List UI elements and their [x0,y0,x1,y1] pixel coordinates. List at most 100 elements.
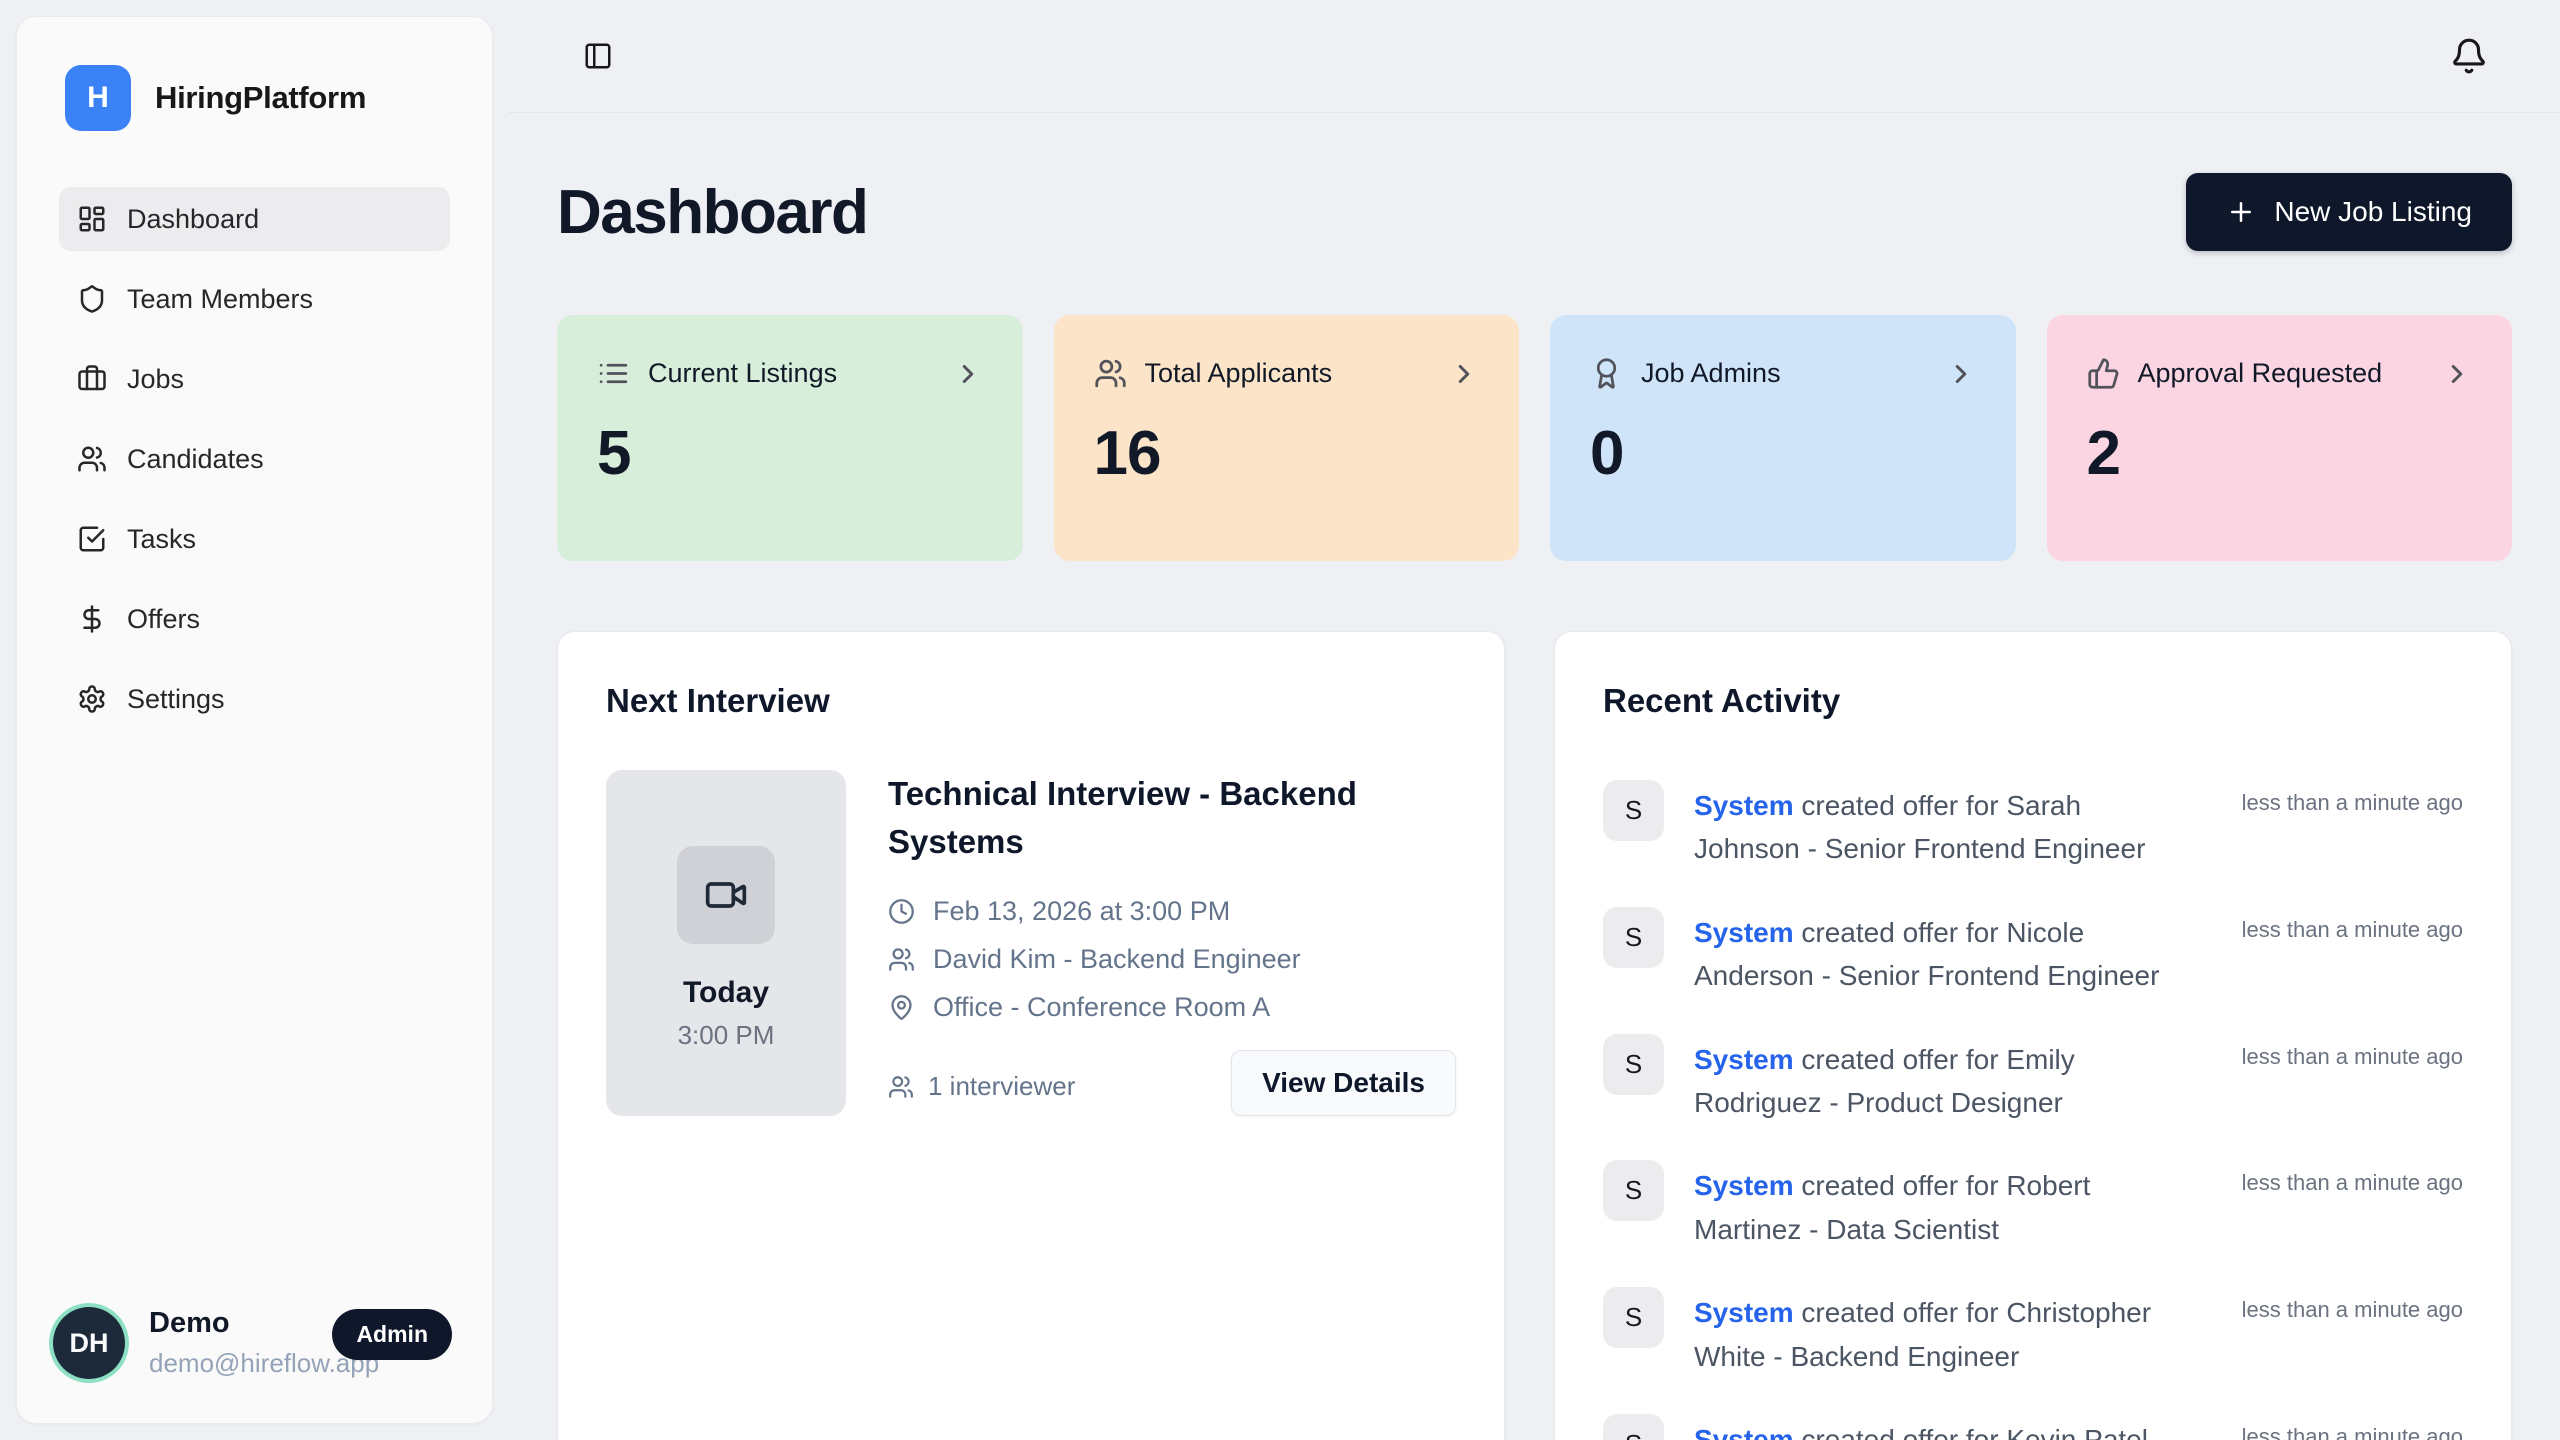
activity-avatar: S [1603,907,1664,968]
users-icon [888,1074,914,1100]
interview-date-tile: Today 3:00 PM [606,770,846,1116]
app-name: HiringPlatform [155,80,366,116]
new-job-listing-label: New Job Listing [2274,196,2472,228]
stat-value: 2 [2087,418,2473,489]
activity-item: S System created offer for Nicole Anders… [1603,907,2463,998]
user-profile[interactable]: DH Demo demo@hireflow.app Admin [17,1271,492,1423]
sidebar-item-label: Candidates [127,444,264,475]
interviewer-count: 1 interviewer [888,1071,1075,1116]
stat-cards: Current Listings 5 Total Applicants 16 J… [557,315,2512,561]
panel-left-icon [583,41,613,71]
layout-dashboard-icon [77,204,107,234]
sidebar-item-dashboard[interactable]: Dashboard [59,187,450,251]
user-avatar: DH [53,1307,125,1379]
activity-actor-link[interactable]: System [1694,790,1794,821]
activity-avatar: S [1603,1414,1664,1440]
stat-card-job-admins[interactable]: Job Admins 0 [1550,315,2016,561]
interview-datetime: Feb 13, 2026 at 3:00 PM [933,896,1230,927]
check-square-icon [77,524,107,554]
activity-list: S System created offer for Sarah Johnson… [1603,780,2463,1440]
stat-value: 0 [1590,418,1976,489]
interview-candidate: David Kim - Backend Engineer [933,944,1301,975]
page-title: Dashboard [557,177,867,248]
next-interview-title: Next Interview [606,682,1456,720]
stat-card-total-applicants[interactable]: Total Applicants 16 [1054,315,1520,561]
interview-location: Office - Conference Room A [933,992,1270,1023]
activity-actor-link[interactable]: System [1694,1424,1794,1440]
gear-icon [77,684,107,714]
recent-activity-panel: Recent Activity S System created offer f… [1554,631,2512,1440]
activity-timestamp: less than a minute ago [2242,907,2463,943]
sidebar-item-team-members[interactable]: Team Members [59,267,450,331]
activity-actor-link[interactable]: System [1694,917,1794,948]
chevron-right-icon [1449,359,1479,389]
chevron-right-icon [953,359,983,389]
app-logo: H [65,65,131,131]
dashboard-content: Dashboard New Job Listing Current Listin… [509,113,2560,1440]
sidebar-toggle-button[interactable] [575,33,621,79]
stat-value: 5 [597,418,983,489]
sidebar: H HiringPlatform Dashboard Team Members … [16,16,493,1424]
clock-icon [888,898,915,925]
activity-actor-link[interactable]: System [1694,1044,1794,1075]
activity-item: S System created offer for Sarah Johnson… [1603,780,2463,871]
dollar-icon [77,604,107,634]
sidebar-item-settings[interactable]: Settings [59,667,450,731]
sidebar-nav: Dashboard Team Members Jobs Candidates T… [17,187,492,731]
map-pin-icon [888,994,915,1021]
view-details-button[interactable]: View Details [1231,1050,1456,1116]
list-icon [597,357,630,390]
sidebar-item-label: Settings [127,684,225,715]
stat-value: 16 [1094,418,1480,489]
new-job-listing-button[interactable]: New Job Listing [2186,173,2512,251]
thumbs-up-icon [2087,357,2120,390]
activity-item: S System created offer for Robert Martin… [1603,1160,2463,1251]
users-icon [77,444,107,474]
briefcase-icon [77,364,107,394]
role-badge: Admin [332,1309,452,1360]
activity-item: S System created offer for Kevin Patel -… [1603,1414,2463,1440]
activity-actor-link[interactable]: System [1694,1170,1794,1201]
sidebar-item-tasks[interactable]: Tasks [59,507,450,571]
notifications-button[interactable] [2442,29,2496,83]
activity-avatar: S [1603,780,1664,841]
stat-label: Approval Requested [2138,358,2425,389]
sidebar-item-candidates[interactable]: Candidates [59,427,450,491]
activity-avatar: S [1603,1160,1664,1221]
sidebar-item-label: Tasks [127,524,196,555]
interview-datetime-row: Feb 13, 2026 at 3:00 PM [888,896,1456,927]
recent-activity-title: Recent Activity [1603,682,2463,720]
app-brand: H HiringPlatform [17,17,492,187]
sidebar-item-jobs[interactable]: Jobs [59,347,450,411]
interview-location-row: Office - Conference Room A [888,992,1456,1023]
award-icon [1590,357,1623,390]
activity-actor-link[interactable]: System [1694,1297,1794,1328]
activity-avatar: S [1603,1034,1664,1095]
topbar [509,0,2560,113]
stat-card-approval-requested[interactable]: Approval Requested 2 [2047,315,2513,561]
chevron-right-icon [2442,359,2472,389]
activity-timestamp: less than a minute ago [2242,1414,2463,1440]
activity-item: S System created offer for Christopher W… [1603,1287,2463,1378]
plus-icon [2226,197,2256,227]
shield-icon [77,284,107,314]
stat-label: Current Listings [648,358,935,389]
sidebar-item-label: Dashboard [127,204,259,235]
activity-avatar: S [1603,1287,1664,1348]
bell-icon [2450,37,2488,75]
sidebar-item-label: Offers [127,604,200,635]
activity-timestamp: less than a minute ago [2242,1160,2463,1196]
sidebar-item-offers[interactable]: Offers [59,587,450,651]
user-email: demo@hireflow.app [149,1348,308,1379]
stat-label: Job Admins [1641,358,1928,389]
interview-day-label: Today [683,976,769,1010]
user-name: Demo [149,1307,308,1340]
activity-timestamp: less than a minute ago [2242,1287,2463,1323]
stat-card-current-listings[interactable]: Current Listings 5 [557,315,1023,561]
interview-time-label: 3:00 PM [678,1020,775,1051]
chevron-right-icon [1946,359,1976,389]
next-interview-panel: Next Interview Today 3:00 PM Technical I… [557,631,1505,1440]
activity-timestamp: less than a minute ago [2242,1034,2463,1070]
users-icon [888,946,915,973]
users-icon [1094,357,1127,390]
